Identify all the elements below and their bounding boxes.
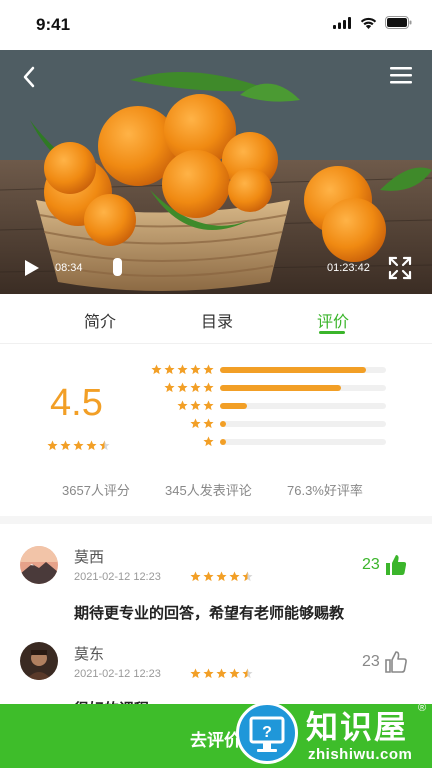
star-icon: [177, 364, 188, 375]
review-stars: [190, 668, 253, 679]
star-icon: [151, 364, 162, 375]
star-icon: [47, 440, 58, 451]
star-icon: [229, 668, 240, 679]
avatar[interactable]: [20, 642, 58, 680]
monitor-question-icon: ?: [249, 716, 285, 752]
wifi-icon: [360, 17, 377, 29]
review-stars: [190, 571, 253, 582]
fullscreen-icon[interactable]: [388, 256, 412, 280]
watermark-logo: ? 知识屋 ® zhishiwu.com: [236, 698, 432, 768]
star-icon: [73, 440, 84, 451]
total-time: 01:23:42: [327, 262, 370, 274]
distribution-row: [140, 418, 390, 430]
rating-summary: 4.5 3657人评分 345人发表评论 76.3%好评率: [0, 344, 432, 524]
distribution-track: [220, 421, 386, 427]
star-icon: [190, 571, 201, 582]
battery-icon: [385, 16, 412, 29]
thumbs-up-icon: [385, 555, 406, 575]
status-icons: [333, 16, 412, 29]
star-icon: [203, 668, 214, 679]
star-icon: [99, 440, 110, 451]
tab-catalog[interactable]: 目录: [201, 308, 233, 332]
star-icon: [216, 668, 227, 679]
status-time: 9:41: [36, 15, 71, 34]
distribution-track: [220, 439, 386, 445]
star-icon: [190, 364, 201, 375]
distribution-stars: [190, 418, 214, 429]
star-icon: [190, 668, 201, 679]
like-count: 23: [362, 556, 380, 573]
review-date: 2021-02-12 12:23: [74, 668, 161, 680]
review-text: 期待更专业的回答，希望有老师能够赐教: [74, 605, 345, 622]
distribution-stars: [177, 400, 214, 411]
positive-rate: 76.3%好评率: [287, 483, 363, 498]
star-icon: [203, 400, 214, 411]
like-button[interactable]: 23: [362, 650, 408, 674]
star-icon: [203, 418, 214, 429]
star-icon: [164, 382, 175, 393]
tab-intro[interactable]: 简介: [84, 308, 116, 332]
watermark-title: 知识屋: [306, 708, 409, 746]
star-icon: [242, 668, 253, 679]
distribution-row: [140, 400, 390, 412]
star-icon: [177, 400, 188, 411]
star-icon: [177, 382, 188, 393]
tab-bar: 简介 目录 评价: [0, 294, 432, 344]
like-count: 23: [362, 653, 380, 670]
active-tab-indicator: [319, 331, 345, 334]
star-icon: [203, 364, 214, 375]
thumbs-up-outline-icon: [384, 651, 407, 673]
distribution-row: [140, 436, 390, 448]
reviewer-name: 莫东: [74, 646, 105, 663]
star-icon: [203, 436, 214, 447]
distribution-row: [140, 382, 390, 394]
watermark-url: zhishiwu.com: [308, 746, 413, 763]
star-icon: [190, 382, 201, 393]
star-icon: [86, 440, 97, 451]
distribution-fill: [220, 403, 247, 409]
distribution-stars: [164, 382, 214, 393]
distribution-fill: [220, 385, 342, 391]
star-icon: [203, 382, 214, 393]
svg-text:?: ?: [262, 724, 272, 741]
watermark-circle: ?: [236, 702, 298, 764]
reviewer-name: 莫西: [74, 549, 105, 566]
star-icon: [190, 400, 201, 411]
status-bar: 9:41: [0, 0, 432, 50]
commenters-count: 345人发表评论: [165, 483, 252, 498]
current-time: 08:34: [55, 262, 83, 274]
video-player[interactable]: 08:34 01:23:42: [0, 50, 432, 294]
distribution-track: [220, 385, 386, 391]
average-stars: [47, 440, 110, 451]
watermark-registered: ®: [418, 702, 427, 714]
like-button[interactable]: 23: [362, 553, 408, 577]
tab-reviews[interactable]: 评价: [317, 308, 349, 332]
distribution-fill: [220, 421, 226, 427]
star-icon: [190, 418, 201, 429]
distribution-track: [220, 367, 386, 373]
back-arrow-icon[interactable]: [22, 66, 36, 88]
distribution-stars: [151, 364, 214, 375]
play-icon[interactable]: [24, 259, 40, 277]
star-icon: [164, 364, 175, 375]
review-date: 2021-02-12 12:23: [74, 571, 161, 583]
star-icon: [229, 571, 240, 582]
distribution-stars: [203, 436, 214, 447]
distribution-fill: [220, 439, 226, 445]
write-review-label: 去评价: [190, 731, 241, 750]
distribution-row: [140, 364, 390, 376]
avatar[interactable]: [20, 546, 58, 584]
average-score: 4.5: [50, 382, 103, 424]
signal-icon: [333, 16, 351, 29]
menu-icon[interactable]: [390, 66, 412, 84]
star-icon: [60, 440, 71, 451]
star-icon: [242, 571, 253, 582]
star-icon: [216, 571, 227, 582]
raters-count: 3657人评分: [62, 483, 130, 498]
star-icon: [203, 571, 214, 582]
distribution-track: [220, 403, 386, 409]
distribution-fill: [220, 367, 367, 373]
video-thumbnail: [0, 50, 432, 294]
progress-handle[interactable]: [113, 258, 122, 276]
